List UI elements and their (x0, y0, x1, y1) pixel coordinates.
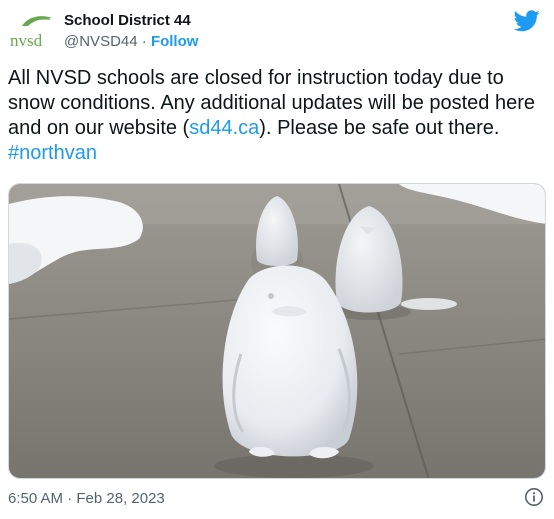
svg-text:nvsd: nvsd (10, 31, 43, 50)
info-icon[interactable] (524, 487, 544, 507)
display-name[interactable]: School District 44 (64, 12, 198, 30)
website-link[interactable]: sd44.ca (189, 117, 259, 139)
handle-row: @NVSD44 · Follow (64, 32, 198, 52)
nvsd-logo-icon: nvsd (10, 16, 52, 50)
tweet-photo[interactable] (8, 183, 546, 479)
tweet-text-part2: ). Please be safe out there. (259, 117, 500, 139)
account-handle[interactable]: @NVSD44 (64, 33, 138, 50)
nvsd-logo-avatar[interactable]: nvsd (8, 8, 56, 56)
follow-button[interactable]: Follow (151, 33, 199, 50)
penguin-snow-photo (9, 184, 545, 478)
hashtag-link[interactable]: #northvan (8, 142, 97, 164)
tweet-footer: 6:50 AM · Feb 28, 2023 (8, 487, 546, 511)
handle-separator: · (137, 33, 151, 50)
tweet-card: nvsd School District 44 @NVSD44 · Follow… (0, 0, 554, 519)
tweet-header: nvsd School District 44 @NVSD44 · Follow (8, 8, 546, 56)
twitter-bird-icon[interactable] (514, 10, 540, 32)
tweet-timestamp[interactable]: 6:50 AM · Feb 28, 2023 (8, 490, 165, 507)
tweet-text: All NVSD schools are closed for instruct… (8, 66, 538, 166)
account-names: School District 44 @NVSD44 · Follow (64, 12, 198, 52)
